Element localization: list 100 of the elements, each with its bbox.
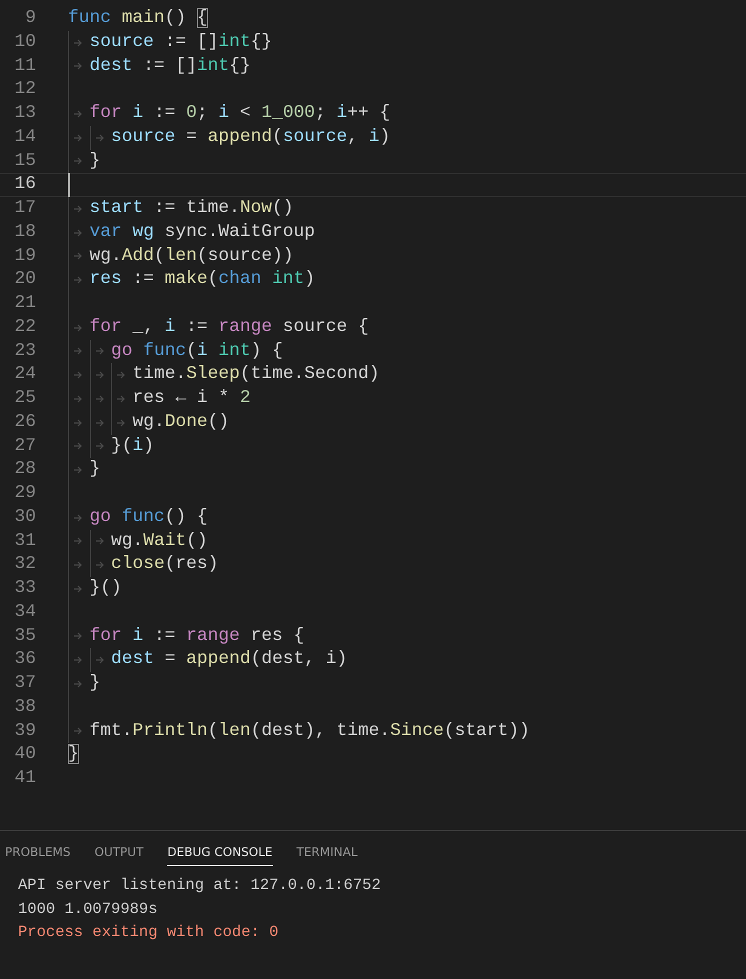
panel-tab[interactable]: DEBUG CONSOLE bbox=[167, 831, 273, 866]
code-text: close(res) bbox=[111, 553, 218, 576]
code-text: for i := 0; i < 1_000; i++ { bbox=[90, 102, 390, 125]
line-number: 32 bbox=[14, 553, 36, 576]
code-text: }() bbox=[90, 577, 122, 600]
panel-tab[interactable]: OUTPUT bbox=[94, 831, 144, 866]
line-number: 29 bbox=[14, 482, 36, 505]
line-number: 22 bbox=[14, 316, 36, 339]
console-line: API server listening at: 127.0.0.1:6752 bbox=[18, 875, 382, 896]
code-text: source = append(source, i) bbox=[111, 126, 390, 149]
tab-arrow-icon bbox=[73, 655, 83, 666]
code-text: }(i) bbox=[111, 434, 154, 458]
tab-arrow-icon bbox=[94, 655, 104, 666]
tab-arrow-icon bbox=[73, 512, 83, 523]
line-number: 35 bbox=[14, 624, 36, 648]
tab-arrow-icon bbox=[73, 346, 83, 356]
code-text: wg.Wait() bbox=[111, 530, 208, 552]
line-number: 18 bbox=[14, 220, 36, 244]
line-number: 16 bbox=[14, 173, 36, 196]
line-number: 36 bbox=[14, 648, 36, 672]
line-number: 9 bbox=[24, 7, 36, 30]
tab-arrow-icon bbox=[94, 132, 104, 143]
tab-arrow-icon bbox=[73, 156, 83, 166]
code-text: for i := range res { bbox=[90, 624, 304, 648]
line-number: 41 bbox=[14, 767, 36, 790]
tab-arrow-icon bbox=[73, 38, 83, 48]
console-line: Process exiting with code: 0 bbox=[18, 922, 280, 943]
code-text: wg.Add(len(source)) bbox=[90, 244, 294, 268]
tab-arrow-icon bbox=[73, 108, 83, 119]
code-text: } bbox=[68, 743, 79, 766]
code-text: } bbox=[90, 150, 100, 172]
tab-arrow-icon bbox=[94, 346, 104, 356]
code-text: time.Sleep(time.Second) bbox=[132, 363, 380, 386]
tab-arrow-icon bbox=[94, 560, 104, 570]
tab-arrow-icon bbox=[73, 322, 83, 333]
line-number: 13 bbox=[14, 102, 36, 125]
panel-tab[interactable]: TERMINAL bbox=[296, 831, 358, 866]
tab-arrow-icon bbox=[94, 394, 104, 404]
tab-arrow-icon bbox=[73, 275, 83, 286]
line-number: 10 bbox=[14, 30, 36, 54]
code-text: var wg sync.WaitGroup bbox=[90, 220, 315, 244]
tab-arrow-icon bbox=[73, 465, 83, 476]
line-number: 24 bbox=[14, 363, 36, 386]
tab-arrow-icon bbox=[73, 394, 83, 404]
code-text: res ← i * 2 bbox=[132, 387, 251, 410]
tab-arrow-icon bbox=[116, 394, 126, 404]
console-line: 1000 1.0079989s bbox=[18, 898, 159, 920]
code-text: res := make(chan int) bbox=[90, 268, 316, 292]
tab-arrow-icon bbox=[116, 418, 126, 428]
tab-arrow-icon bbox=[94, 370, 104, 380]
tab-arrow-icon bbox=[73, 441, 83, 452]
line-number: 11 bbox=[14, 54, 36, 78]
tab-arrow-icon bbox=[73, 560, 83, 570]
line-number: 37 bbox=[14, 672, 36, 695]
tab-arrow-icon bbox=[73, 631, 83, 642]
tab-arrow-icon bbox=[73, 61, 83, 72]
tab-arrow-icon bbox=[94, 536, 104, 546]
tab-arrow-icon bbox=[73, 678, 83, 689]
code-text: dest = append(dest, i) bbox=[111, 648, 348, 672]
tab-arrow-icon bbox=[94, 441, 104, 452]
line-number: 40 bbox=[14, 743, 36, 766]
tab-arrow-icon bbox=[116, 370, 126, 380]
line-number: 17 bbox=[14, 197, 36, 220]
line-number: 12 bbox=[14, 78, 36, 102]
tab-arrow-icon bbox=[73, 228, 83, 238]
line-number: 15 bbox=[14, 150, 36, 172]
code-text: source := []int{} bbox=[90, 30, 272, 54]
line-number: 20 bbox=[14, 268, 36, 292]
line-number: 31 bbox=[14, 530, 36, 552]
code-text: fmt.Println(len(dest), time.Since(start)) bbox=[90, 720, 530, 742]
line-number: 27 bbox=[14, 434, 36, 458]
tab-arrow-icon bbox=[73, 536, 83, 546]
code-text: func main() { bbox=[68, 7, 208, 30]
tab-arrow-icon bbox=[73, 418, 83, 428]
tab-arrow-icon bbox=[94, 418, 104, 428]
tab-arrow-icon bbox=[73, 726, 83, 736]
code-text: wg.Done() bbox=[132, 410, 230, 434]
line-number: 34 bbox=[14, 600, 36, 624]
line-number: 28 bbox=[14, 458, 36, 482]
code-text: go func() { bbox=[90, 506, 208, 529]
code-text: dest := []int{} bbox=[90, 54, 251, 78]
line-number: 19 bbox=[14, 244, 36, 268]
line-number: 38 bbox=[14, 696, 36, 719]
line-number: 23 bbox=[14, 340, 36, 362]
tab-arrow-icon bbox=[73, 132, 83, 143]
tab-arrow-icon bbox=[73, 584, 83, 594]
line-number: 14 bbox=[14, 126, 36, 149]
code-text: } bbox=[90, 458, 100, 482]
line-number: 21 bbox=[14, 292, 36, 315]
code-text: for _, i := range source { bbox=[90, 316, 369, 339]
code-text: go func(i int) { bbox=[111, 340, 283, 362]
line-number: 26 bbox=[14, 410, 36, 434]
line-number: 25 bbox=[14, 387, 36, 410]
panel-tab[interactable]: PROBLEMS bbox=[5, 831, 70, 866]
line-number: 39 bbox=[14, 720, 36, 742]
tab-arrow-icon bbox=[73, 370, 83, 380]
tab-arrow-icon bbox=[73, 251, 83, 262]
line-number: 30 bbox=[14, 506, 36, 529]
line-number: 33 bbox=[14, 577, 36, 600]
tab-arrow-icon bbox=[73, 204, 83, 214]
